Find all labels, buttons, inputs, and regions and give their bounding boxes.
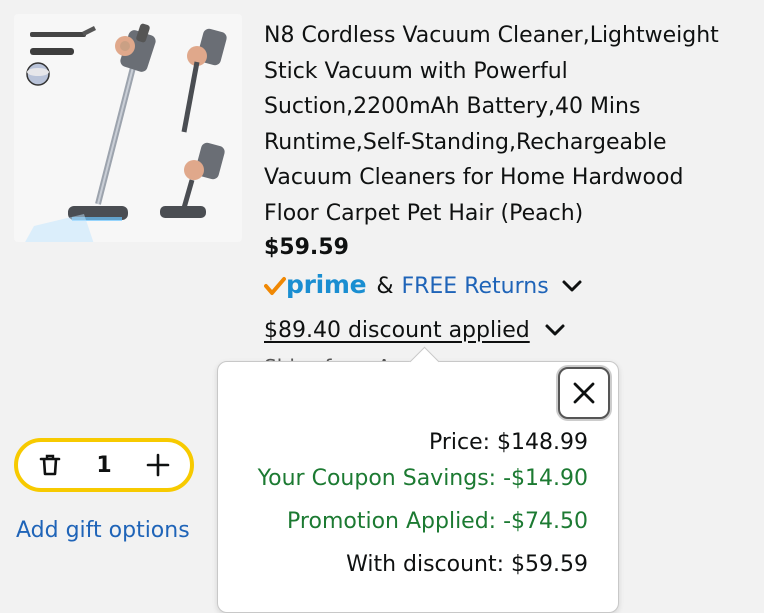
trash-icon [39, 454, 61, 476]
popover-promotion-applied: Promotion Applied: -$74.50 [287, 509, 588, 534]
discount-applied-link[interactable]: $89.40 discount applied [264, 318, 530, 343]
product-image[interactable] [14, 14, 242, 242]
discount-details-popover: Price: $148.99 Your Coupon Savings: -$14… [217, 346, 619, 613]
plus-icon [146, 453, 170, 477]
prime-logo: prime [286, 269, 367, 299]
chevron-down-icon[interactable] [561, 279, 583, 293]
discount-row: $89.40 discount applied [264, 312, 566, 348]
delete-button[interactable] [36, 451, 64, 479]
ampersand: & [376, 273, 394, 299]
popover-coupon-savings: Your Coupon Savings: -$14.90 [257, 466, 588, 491]
close-icon [573, 382, 595, 404]
popover-with-discount: With discount: $59.59 [346, 552, 588, 577]
close-button[interactable] [558, 367, 610, 419]
product-price: $59.59 [264, 235, 349, 260]
chevron-down-icon[interactable] [544, 323, 566, 337]
quantity-stepper[interactable]: 1 [14, 438, 194, 492]
popover-price-line: Price: $148.99 [428, 430, 588, 455]
add-gift-options-link[interactable]: Add gift options [16, 518, 190, 543]
vacuum-product-image [25, 23, 227, 242]
increase-quantity-button[interactable] [144, 451, 172, 479]
quantity-value: 1 [96, 452, 112, 478]
free-returns-link[interactable]: FREE Returns [401, 274, 548, 299]
prime-check-icon [264, 277, 286, 295]
shipping-row: prime & FREE Returns [264, 268, 583, 304]
product-title[interactable]: N8 Cordless Vacuum Cleaner,Lightweight S… [264, 18, 744, 232]
